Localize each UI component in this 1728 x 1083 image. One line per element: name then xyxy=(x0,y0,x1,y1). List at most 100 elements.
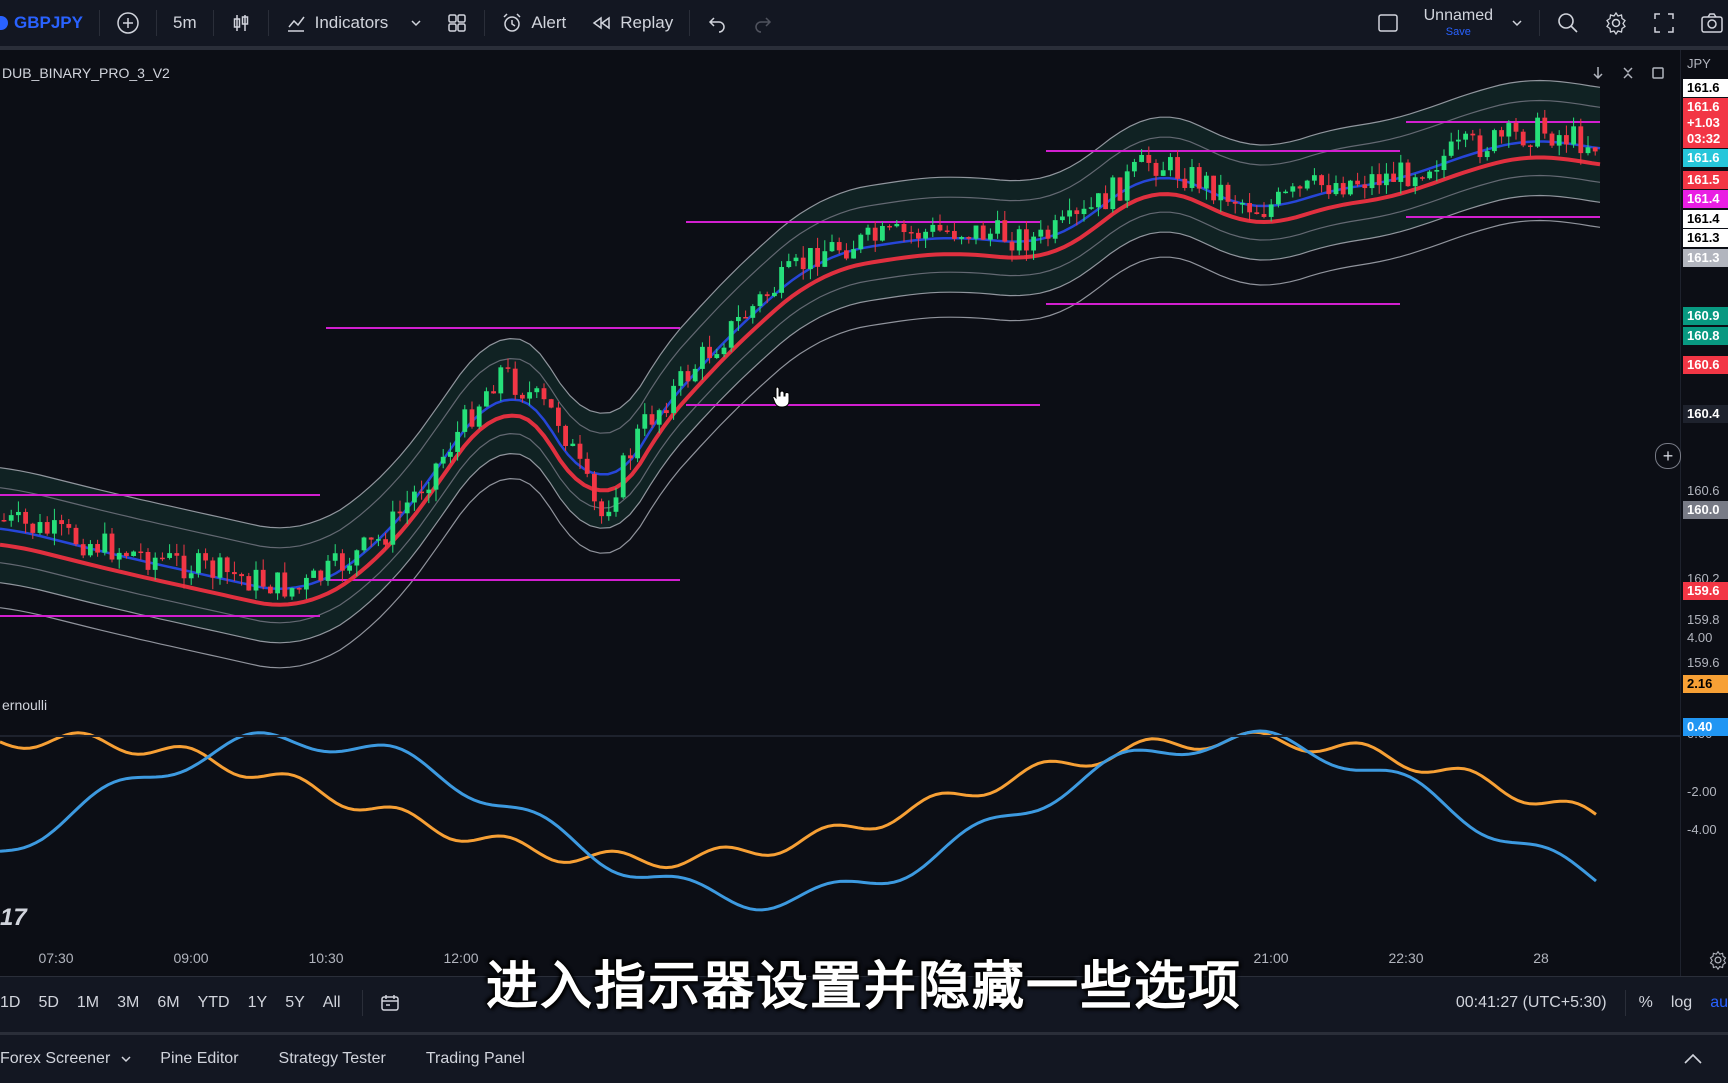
fullscreen-button[interactable] xyxy=(1640,0,1688,46)
collapse-pane-icon[interactable] xyxy=(1616,61,1640,85)
candle-body xyxy=(642,414,648,429)
candle-body xyxy=(880,225,885,241)
candle-body xyxy=(556,407,561,426)
candle-body xyxy=(1218,184,1224,201)
candle-body xyxy=(1398,162,1404,182)
candle-body xyxy=(160,557,165,560)
candle-body xyxy=(584,458,590,474)
chevron-down-icon[interactable] xyxy=(410,17,422,29)
candle-body xyxy=(347,565,352,571)
tab-pine-editor[interactable]: Pine Editor xyxy=(140,1050,258,1068)
candle-body xyxy=(505,367,511,369)
candle-body xyxy=(311,570,316,578)
oscillator-value-label[interactable]: 0.40 xyxy=(1683,718,1728,736)
screenshot-button[interactable] xyxy=(1688,0,1728,46)
candle-body xyxy=(1024,229,1029,251)
layout-toggle-button[interactable] xyxy=(1364,0,1412,46)
tab-trading-panel[interactable]: Trading Panel xyxy=(406,1050,545,1068)
undo-button[interactable] xyxy=(694,0,740,46)
candle-body xyxy=(1564,135,1569,145)
candle-body xyxy=(16,511,21,516)
candle-body xyxy=(520,394,525,399)
chart-canvas[interactable] xyxy=(0,50,1680,976)
candle-body xyxy=(30,523,36,533)
candle-body xyxy=(1376,174,1382,186)
channel-fill xyxy=(0,80,1600,643)
candle-body xyxy=(23,511,28,524)
candle-body xyxy=(116,552,122,560)
candle-body xyxy=(1,520,7,522)
price-label[interactable]: 161.5 xyxy=(1683,171,1728,189)
candle-body xyxy=(433,463,439,490)
maximize-pane-icon[interactable] xyxy=(1646,61,1670,85)
price-label[interactable]: 161.3 xyxy=(1683,229,1728,247)
indicator-title[interactable]: DUB_BINARY_PRO_3_V2 xyxy=(2,65,170,81)
alert-button[interactable]: Alert xyxy=(489,0,578,46)
price-label[interactable]: 161.6 xyxy=(1683,79,1728,97)
price-label[interactable]: 160.4 xyxy=(1683,405,1728,423)
candle-body xyxy=(908,232,914,234)
candle-body xyxy=(37,522,43,533)
compare-button[interactable] xyxy=(104,0,152,46)
indicators-button[interactable]: Indicators xyxy=(273,0,435,46)
move-down-icon[interactable] xyxy=(1586,61,1610,85)
settings-button[interactable] xyxy=(1592,0,1640,46)
candle-body xyxy=(484,391,489,407)
candle-body xyxy=(1290,186,1296,192)
redo-icon xyxy=(752,12,774,34)
chart-type-button[interactable] xyxy=(218,0,264,46)
oscillator-value-label[interactable]: 2.16 xyxy=(1683,675,1728,693)
price-label[interactable]: 03:32 xyxy=(1683,130,1728,148)
chevron-down-icon[interactable] xyxy=(120,1053,132,1065)
candle-body xyxy=(1045,229,1051,239)
candle-body xyxy=(455,431,460,452)
symbol-search[interactable]: GBPJPY xyxy=(0,0,95,46)
price-label[interactable]: 160.0 xyxy=(1683,501,1728,519)
candle-body xyxy=(664,410,669,414)
price-label[interactable]: 161.4 xyxy=(1683,210,1728,228)
candle-body xyxy=(685,371,691,382)
search-button[interactable] xyxy=(1544,0,1592,46)
price-label[interactable]: 161.6 xyxy=(1683,149,1728,167)
chevron-up-icon[interactable] xyxy=(1682,1052,1704,1066)
candle-body xyxy=(1585,147,1591,154)
candle-body xyxy=(95,544,100,553)
candle-body xyxy=(196,553,201,574)
layout-save-label[interactable]: Save xyxy=(1446,27,1471,38)
toolbar-right: Unnamed Save xyxy=(1364,0,1728,46)
candle-body xyxy=(772,292,777,297)
candle-body xyxy=(246,576,252,591)
oscillator-title[interactable]: ernoulli xyxy=(2,697,47,713)
tab-strategy-tester[interactable]: Strategy Tester xyxy=(259,1050,406,1068)
price-label[interactable]: 161.4 xyxy=(1683,190,1728,208)
price-axis[interactable]: JPY 161.0160.6160.2159.8159.6 161.6161.6… xyxy=(1680,50,1728,976)
candle-body xyxy=(930,224,936,232)
add-alert-plus-icon[interactable]: + xyxy=(1655,443,1681,469)
redo-button[interactable] xyxy=(740,0,786,46)
candle-body xyxy=(764,294,770,297)
search-icon xyxy=(1556,11,1580,35)
toolbar-divider xyxy=(484,10,486,36)
currency-label[interactable]: JPY xyxy=(1687,56,1711,71)
interval-button[interactable]: 5m xyxy=(161,0,209,46)
price-label[interactable]: 159.6 xyxy=(1683,582,1728,600)
tab-forex-screener[interactable]: Forex Screener xyxy=(0,1050,130,1068)
candle-body xyxy=(1189,167,1195,188)
candle-body xyxy=(1484,151,1490,158)
price-label[interactable]: 160.6 xyxy=(1683,356,1728,374)
pane-separator[interactable] xyxy=(0,735,1728,737)
candle-body xyxy=(570,443,576,447)
layout-name: Unnamed Save xyxy=(1424,8,1493,38)
pane-controls xyxy=(1586,61,1670,85)
candle-body xyxy=(1549,133,1555,146)
candle-body xyxy=(649,414,655,425)
price-label[interactable]: 160.8 xyxy=(1683,327,1728,345)
layout-menu-button[interactable]: Unnamed Save xyxy=(1412,0,1535,46)
toolbar-divider xyxy=(689,10,691,36)
replay-button[interactable]: Replay xyxy=(578,0,685,46)
candle-body xyxy=(858,234,864,250)
templates-button[interactable] xyxy=(434,0,480,46)
price-label[interactable]: 161.3 xyxy=(1683,249,1728,267)
price-label[interactable]: 160.9 xyxy=(1683,307,1728,325)
chart-area[interactable] xyxy=(0,50,1728,976)
